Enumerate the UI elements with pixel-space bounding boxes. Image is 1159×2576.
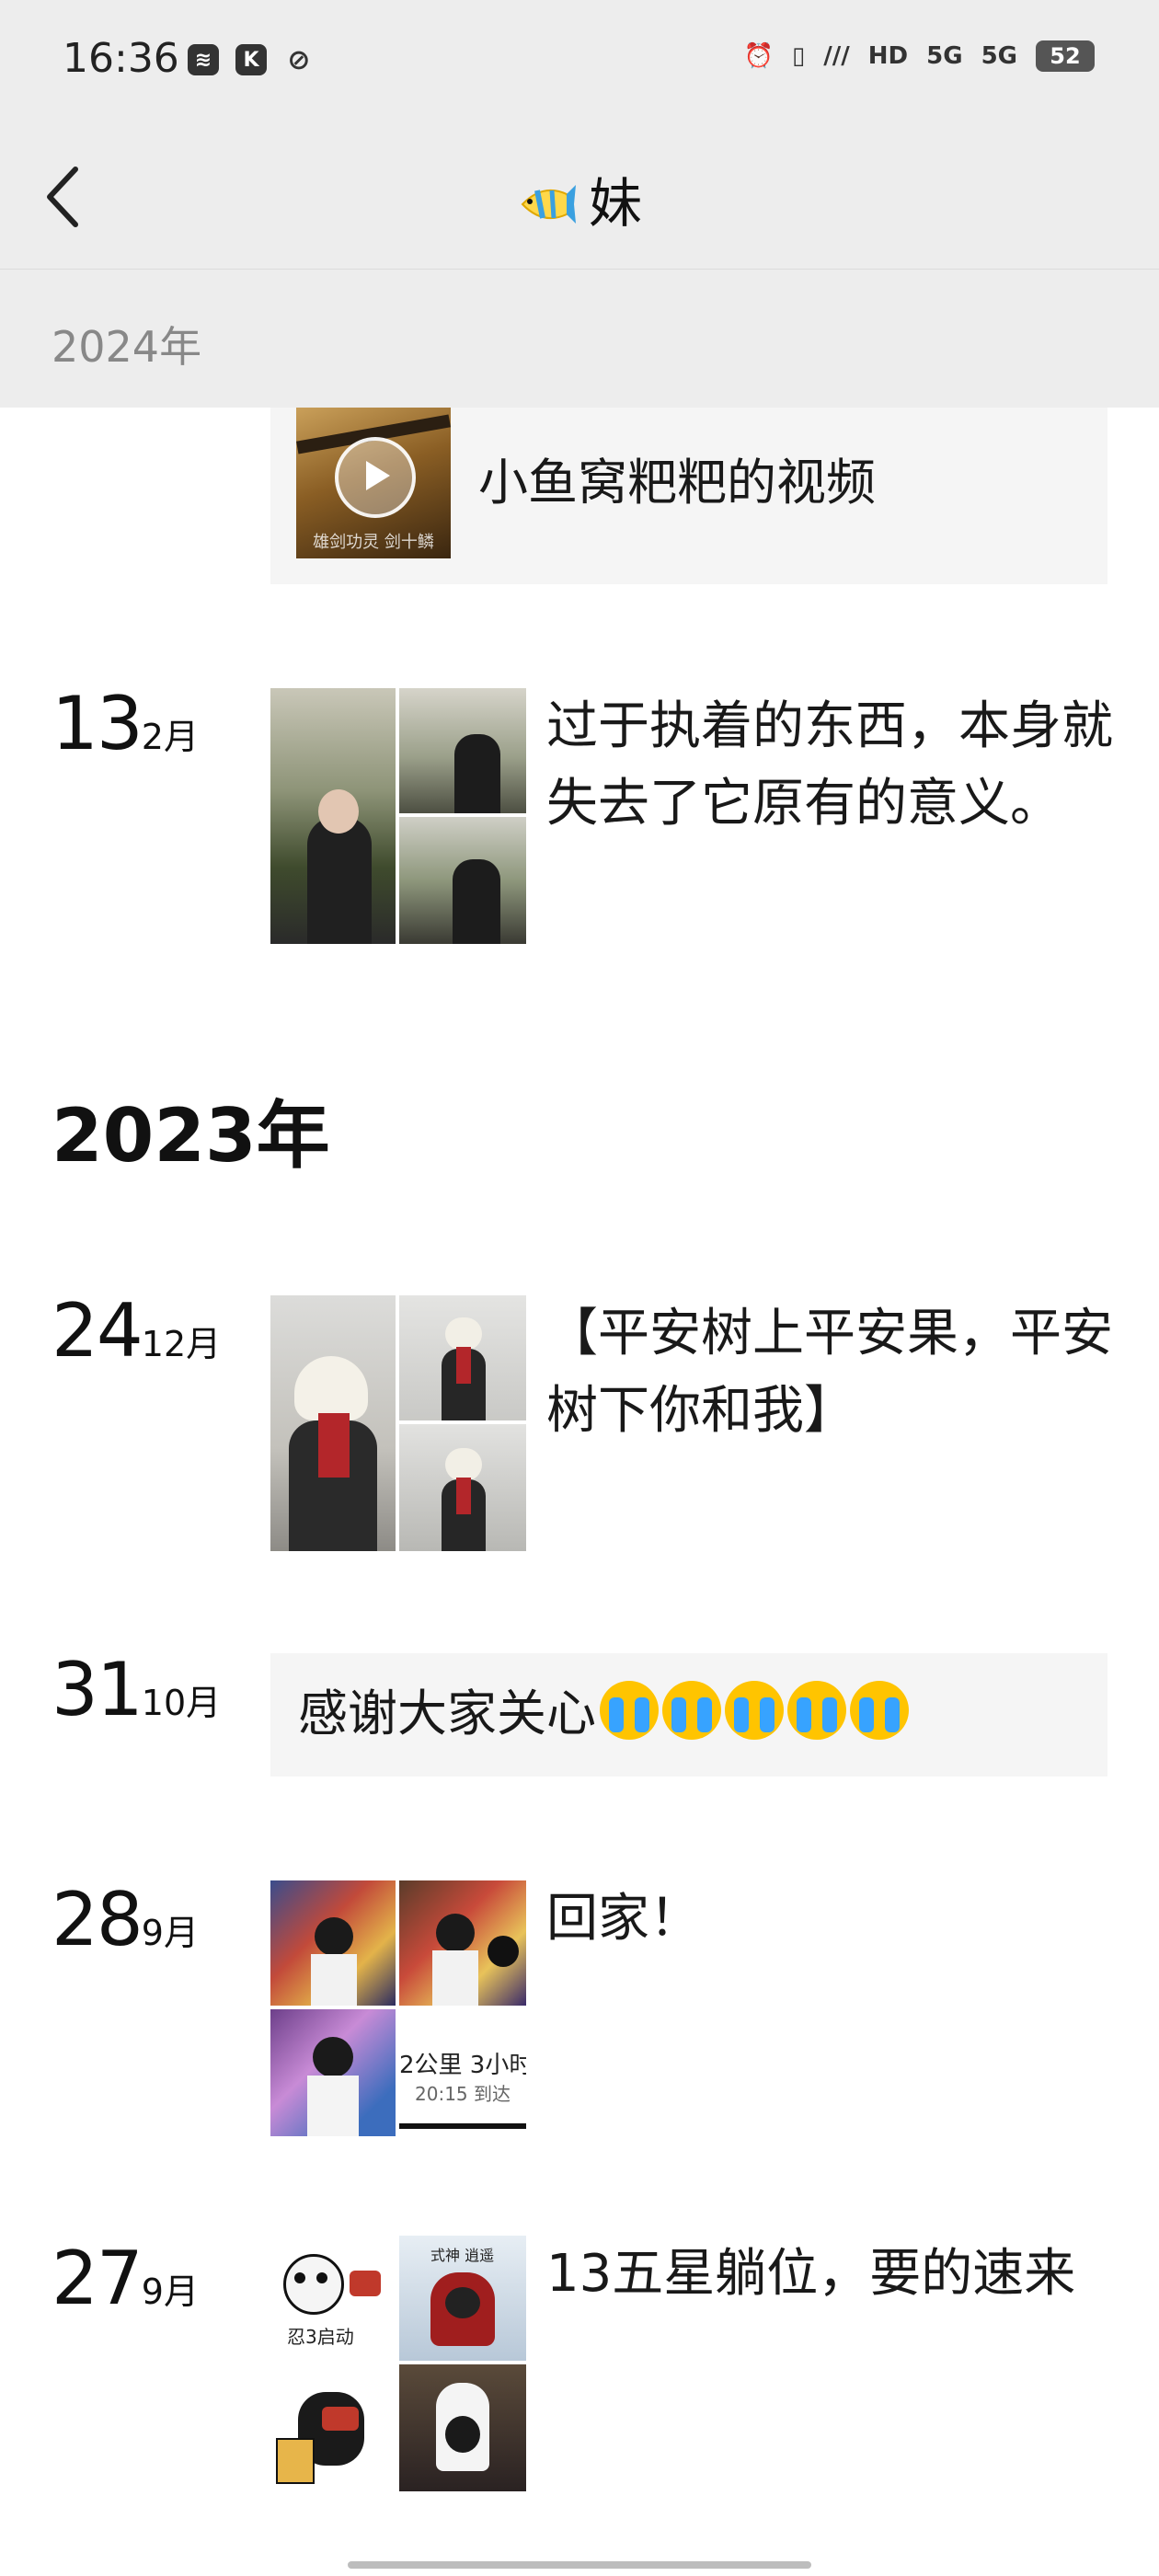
post-date: 132月 (52, 681, 199, 766)
meme-image[interactable] (270, 2364, 396, 2491)
post-text-content: 感谢大家关心 (298, 1685, 596, 1742)
nfc-icon: /// (823, 42, 850, 70)
photo-grid[interactable] (270, 688, 526, 944)
photo[interactable] (270, 1880, 396, 2006)
photo-grid[interactable] (270, 1295, 526, 1551)
post-date: 3110月 (52, 1647, 221, 1732)
title-text: 妹 (588, 172, 642, 235)
play-icon[interactable] (335, 437, 416, 518)
k-app-icon: K (235, 44, 267, 75)
post-date: 279月 (52, 2236, 199, 2321)
post-month: 10月 (141, 1683, 222, 1723)
loudly-crying-emoji-icon (600, 1681, 659, 1740)
post-day: 24 (52, 1288, 143, 1374)
post-month: 9月 (141, 1913, 199, 1953)
loudly-crying-emoji-icon (787, 1681, 846, 1740)
5g-signal-icon: 5G (981, 42, 1017, 70)
post-text: 过于执着的东西，本身就失去了它原有的意义。 (546, 696, 1113, 834)
meme-caption: 忍3启动 (287, 2326, 354, 2348)
alarm-icon: ⏰ (743, 42, 774, 70)
post-text: 【平安树上平安果，平安树下你和我】 (546, 1304, 1113, 1441)
loudly-crying-emoji-icon (662, 1681, 721, 1740)
nav-bar: 妹 (0, 123, 1159, 270)
post-month: 12月 (141, 1324, 222, 1364)
photo[interactable] (399, 1424, 526, 1551)
photo[interactable] (399, 688, 526, 813)
video-post-card[interactable]: 雄剑功灵 剑十鳞 小鱼窝粑粑的视频 (270, 408, 1107, 584)
photo-grid[interactable]: 忍3启动 式神 逍遥 (270, 2236, 526, 2491)
status-time: 16:36 (63, 35, 179, 82)
post-month: 2月 (141, 717, 199, 757)
photo[interactable] (270, 1295, 396, 1551)
status-right-icons: ⏰ ▯ /// HD 5G 5G 52 (744, 40, 1095, 72)
post-day: 13 (52, 681, 143, 766)
page-title: 妹 (0, 160, 1159, 237)
video-thumbnail[interactable]: 雄剑功灵 剑十鳞 (296, 408, 451, 558)
photo[interactable] (399, 1295, 526, 1420)
photo-grid[interactable]: 2公里 3小时2 20:15 到达 (270, 1880, 526, 2136)
vibrate-icon: ▯ (791, 42, 806, 70)
video-thumb-caption: 雄剑功灵 剑十鳞 (313, 533, 434, 552)
hd-icon: HD (867, 42, 909, 70)
game-caption: 式神 逍遥 (430, 2247, 495, 2264)
photo[interactable] (399, 817, 526, 944)
5g-signal-icon: 5G (926, 42, 963, 70)
post-date: 2412月 (52, 1288, 221, 1374)
post-day: 27 (52, 2236, 143, 2321)
home-indicator[interactable] (348, 2561, 811, 2569)
game-image[interactable] (399, 2364, 526, 2491)
voice-icon: ≋ (188, 44, 219, 75)
fish-icon (521, 185, 576, 224)
route-arrival: 20:15 到达 (415, 2083, 511, 2105)
post-day: 28 (52, 1877, 143, 1962)
photo[interactable] (399, 1880, 526, 2006)
loudly-crying-emoji-icon (850, 1681, 909, 1740)
sticky-year-header: 2024年 (0, 270, 1159, 408)
game-image[interactable]: 式神 逍遥 (399, 2236, 526, 2361)
post-date: 289月 (52, 1877, 199, 1962)
meme-image[interactable]: 忍3启动 (270, 2236, 396, 2361)
post-text: 回家！ (546, 1889, 701, 1949)
status-bar: 16:36 ≋ K ⊘ ⏰ ▯ /// HD 5G 5G 52 (0, 0, 1159, 123)
year-heading: 2023年 (52, 1093, 330, 1179)
battery-icon: 52 (1036, 40, 1095, 72)
photo[interactable] (270, 2009, 396, 2136)
loudly-crying-emoji-icon (725, 1681, 784, 1740)
feather-icon: ⊘ (287, 43, 311, 76)
photo[interactable] (270, 688, 396, 944)
post-day: 31 (52, 1647, 143, 1732)
sticky-year-label: 2024年 (52, 322, 202, 372)
status-left-icons: ≋ K ⊘ (188, 43, 315, 76)
post-month: 9月 (141, 2271, 199, 2312)
route-screenshot[interactable]: 2公里 3小时2 20:15 到达 (399, 2009, 526, 2136)
post-text: 感谢大家关心 (298, 1675, 909, 1753)
route-distance: 2公里 3小时2 (399, 2052, 526, 2079)
post-text: 13五星躺位，要的速来 (546, 2244, 1076, 2304)
video-title: 小鱼窝粑粑的视频 (478, 454, 876, 512)
text-post-card[interactable]: 感谢大家关心 (270, 1653, 1107, 1777)
